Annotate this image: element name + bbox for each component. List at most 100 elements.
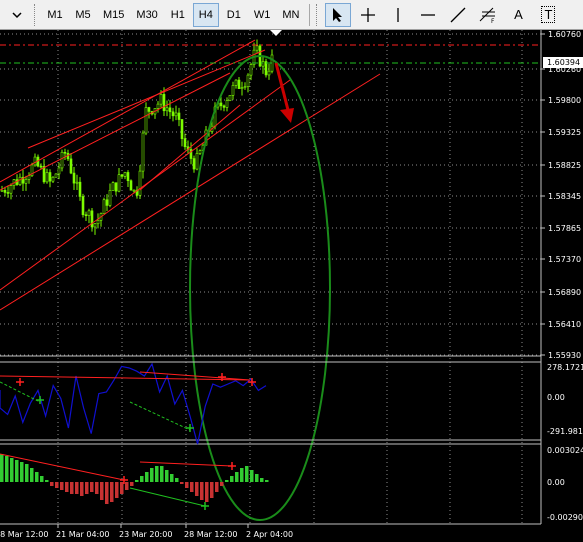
histogram-bar: [90, 482, 94, 492]
histogram-bar: [130, 482, 134, 486]
histogram-bar: [100, 482, 104, 500]
text-icon[interactable]: A: [505, 3, 531, 27]
histogram-axis-label: 0.00: [547, 478, 565, 487]
histogram-bar: [125, 482, 129, 490]
current-price-label: 1.60394: [547, 58, 580, 67]
toolbar-separator: [309, 3, 311, 26]
horizontal-line-icon[interactable]: [415, 3, 441, 27]
histogram-bar: [245, 466, 249, 482]
histogram-axis-label: 0.003024: [547, 446, 583, 455]
time-label: 28 Mar 12:00: [184, 530, 237, 539]
histogram-axis-label: -0.00290: [547, 513, 583, 522]
histogram-bar: [250, 470, 254, 482]
histogram-bar: [15, 460, 19, 482]
histogram-bar: [105, 482, 109, 504]
candle: [141, 130, 145, 179]
price-label: 1.58825: [548, 161, 581, 170]
timeframe-m15[interactable]: M15: [98, 3, 129, 27]
histogram-bar: [145, 472, 149, 482]
text-label-icon[interactable]: T: [535, 3, 561, 27]
price-label: 1.57865: [548, 224, 581, 233]
histogram-bar: [235, 472, 239, 482]
timeframe-m1[interactable]: M1: [42, 3, 68, 27]
histogram-bar: [265, 480, 269, 482]
timeframe-d1[interactable]: D1: [221, 3, 247, 27]
price-label: 1.55930: [548, 351, 581, 360]
histogram-bar: [0, 454, 4, 482]
histogram-bar: [260, 478, 264, 482]
toolbar-grip[interactable]: [34, 3, 37, 26]
candle: [54, 173, 58, 178]
histogram-bar: [155, 466, 159, 482]
histogram-bar: [30, 468, 34, 482]
time-label: 2 Apr 04:00: [246, 530, 293, 539]
histogram-bar: [65, 482, 69, 492]
dropdown-arrow-icon[interactable]: [4, 3, 30, 27]
histogram-bar: [40, 476, 44, 482]
svg-text:F: F: [491, 18, 495, 23]
text-label: A: [514, 7, 523, 22]
histogram-bar: [50, 482, 54, 486]
histogram-bar: [190, 482, 194, 492]
histogram-bar: [160, 466, 164, 482]
price-label: 1.56410: [548, 320, 581, 329]
candle: [111, 181, 115, 191]
price-label: 1.59800: [548, 96, 581, 105]
histogram-bar: [60, 482, 64, 490]
candle: [81, 193, 85, 218]
time-label: 18 Mar 12:00: [0, 530, 48, 539]
histogram-bar: [230, 476, 234, 482]
histogram-bar: [95, 482, 99, 494]
time-label: 23 Mar 20:00: [119, 530, 172, 539]
histogram-bar: [25, 464, 29, 482]
oscillator-axis-label: 0.00: [547, 393, 565, 402]
price-label: 1.57370: [548, 255, 581, 264]
time-label: 21 Mar 04:00: [56, 530, 109, 539]
histogram-bar: [240, 468, 244, 482]
histogram-bar: [135, 480, 139, 482]
histogram-bar: [220, 482, 224, 486]
vertical-line-icon[interactable]: [385, 3, 411, 27]
candle: [144, 102, 148, 136]
price-label: 1.59325: [548, 128, 581, 137]
candle: [228, 94, 232, 102]
histogram-bar: [150, 468, 154, 482]
timeframe-h1[interactable]: H1: [165, 3, 191, 27]
current-price-tag: 1.60394: [543, 57, 583, 68]
histogram-bar: [70, 482, 74, 494]
timeframe-mn[interactable]: MN: [277, 3, 304, 27]
price-label: 1.58345: [548, 192, 581, 201]
histogram-bar: [10, 458, 14, 482]
histogram-bar: [180, 482, 184, 484]
cursor-icon[interactable]: [325, 2, 352, 27]
histogram-bar: [20, 462, 24, 482]
timeframe-h4[interactable]: H4: [192, 2, 219, 27]
histogram-bar: [120, 482, 124, 494]
histogram-bar: [165, 470, 169, 482]
timeframe-w1[interactable]: W1: [249, 3, 276, 27]
histogram-bar: [110, 482, 114, 502]
histogram-bar: [140, 476, 144, 482]
histogram-bar: [215, 482, 219, 492]
chart-area[interactable]: 1.607601.602601.598001.593251.588251.583…: [0, 30, 583, 542]
candle: [129, 179, 133, 191]
timeframe-m30[interactable]: M30: [131, 3, 162, 27]
text-label-label: T: [541, 6, 556, 23]
oscillator-axis-label: 278.1721: [547, 363, 583, 372]
histogram-bar: [210, 482, 214, 498]
toolbar-grip-2[interactable]: [316, 3, 319, 26]
trendline-icon[interactable]: [445, 3, 471, 27]
histogram-bar: [5, 456, 9, 482]
timeframe-group: M1 M5 M15 M30 H1 H4 D1 W1 MN: [41, 2, 305, 27]
histogram-bar: [85, 482, 89, 494]
crosshair-icon[interactable]: [355, 3, 381, 27]
histogram-bar: [75, 482, 79, 494]
candle: [60, 149, 64, 172]
timeframe-m5[interactable]: M5: [70, 3, 96, 27]
histogram-bar: [255, 474, 259, 482]
histogram-bar: [55, 482, 59, 488]
histogram-bar: [45, 480, 49, 482]
fibonacci-icon[interactable]: F: [475, 3, 501, 27]
price-label: 1.56890: [548, 288, 581, 297]
histogram-bar: [200, 482, 204, 500]
